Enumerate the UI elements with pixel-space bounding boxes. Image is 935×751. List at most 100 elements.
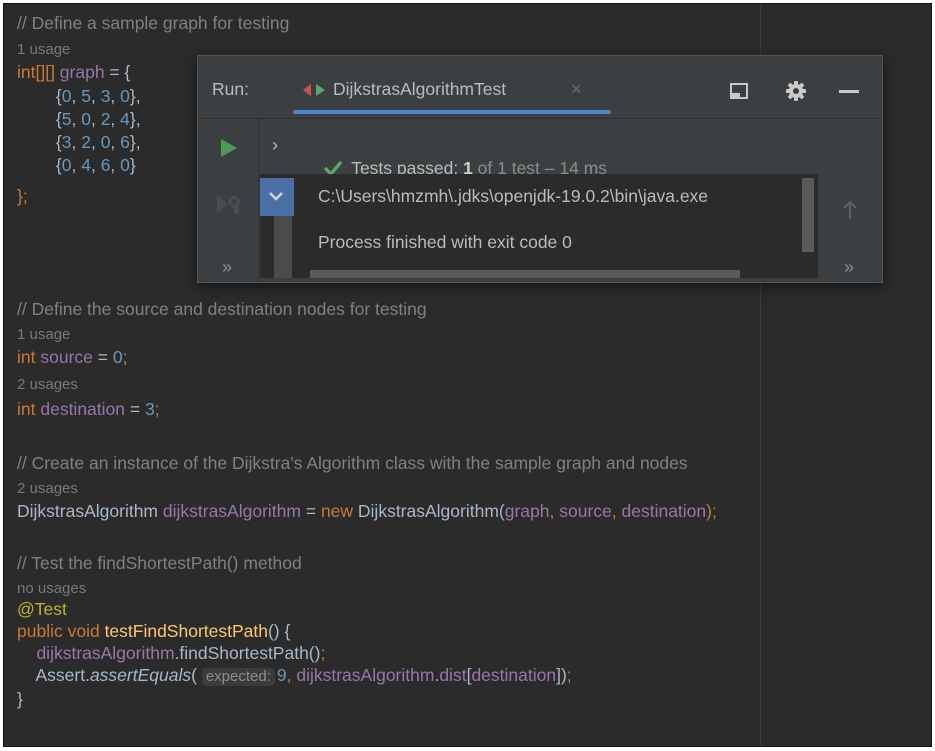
code-token: ;: [566, 665, 572, 685]
vertical-scrollbar[interactable]: [802, 178, 814, 252]
tab-dijkstras-algorithm-test[interactable]: DijkstrasAlgorithmTest ×: [293, 70, 613, 118]
usage-hint[interactable]: 2 usages: [17, 480, 78, 498]
code-token: =: [125, 399, 145, 419]
console-output[interactable]: C:\Users\hmzmh\.jdks\openjdk-19.0.2\bin\…: [260, 174, 818, 278]
code-token: ]): [556, 665, 567, 685]
horizontal-scrollbar[interactable]: [310, 270, 740, 278]
code-token: destination: [471, 665, 557, 685]
code-token: ;: [154, 399, 160, 419]
more-icon[interactable]: ›: [272, 136, 278, 154]
code-token: ,: [611, 501, 622, 521]
code-line: int source = 0;: [17, 346, 127, 368]
code-line: };: [17, 185, 28, 207]
code-comment: // Define the source and destination nod…: [17, 299, 427, 319]
code-token: ,: [71, 132, 82, 152]
code-token: 0: [120, 86, 130, 106]
arrow-up-icon[interactable]: [842, 200, 858, 220]
code-line: int destination = 3;: [17, 398, 160, 420]
code-token: 6: [100, 155, 111, 175]
code-token: public void: [17, 621, 105, 641]
code-token: ,: [71, 109, 82, 129]
code-line: dijkstrasAlgorithm.findShortestPath();: [17, 642, 325, 664]
run-header: Run: DijkstrasAlgorithmTest ×: [198, 56, 882, 119]
more-right-icon[interactable]: »: [844, 258, 854, 276]
code-token: dijkstrasAlgorithm: [36, 643, 175, 663]
chevron-down-icon: [269, 192, 283, 201]
code-token: ,: [71, 86, 82, 106]
gear-icon[interactable]: [785, 80, 807, 102]
run-left-toolbar: »: [198, 118, 259, 282]
code-token: DijkstrasAlgorithm(: [357, 501, 505, 521]
code-line: {5, 0, 2, 4},: [17, 108, 141, 130]
minimize-icon[interactable]: [838, 80, 860, 102]
code-token: graph: [59, 62, 105, 82]
code-token: ;: [122, 347, 128, 367]
code-token: assertEquals: [89, 665, 192, 685]
run-tool-window[interactable]: Run: DijkstrasAlgorithmTest × » › Tests …: [197, 55, 883, 283]
code-token: int: [17, 347, 41, 367]
code-token: 2: [81, 132, 91, 152]
code-token: ,: [110, 132, 121, 152]
code-token: = {: [104, 62, 131, 82]
layout-icon[interactable]: [728, 80, 750, 102]
code-token: },: [129, 86, 141, 106]
code-editor[interactable]: // Define a sample graph for testing 1 us…: [3, 3, 932, 747]
code-token: },: [129, 132, 141, 152]
code-token: =: [92, 347, 113, 367]
run-right-toolbar: »: [822, 118, 882, 282]
code-token: 0: [120, 155, 130, 175]
java-class-icon: [303, 84, 325, 96]
code-line: }: [17, 688, 23, 710]
code-token: }: [17, 689, 23, 709]
run-label: Run:: [212, 79, 249, 99]
code-token: graph: [504, 501, 550, 521]
code-token: {: [17, 109, 62, 129]
more-left-icon[interactable]: »: [222, 258, 232, 276]
console-gutter-marker: [274, 216, 292, 278]
code-line: @Test: [17, 598, 67, 620]
code-token: ,: [71, 155, 82, 175]
code-line: Assert.assertEquals( expected: 9, dijkstr…: [17, 664, 572, 686]
expand-toggle[interactable]: [260, 178, 294, 216]
console-command-line: C:\Users\hmzmh\.jdks\openjdk-19.0.2\bin\…: [318, 186, 709, 206]
code-token: (: [191, 665, 202, 685]
code-token: 2: [100, 109, 111, 129]
code-token: () {: [267, 621, 291, 641]
code-token: ,: [90, 132, 101, 152]
code-token: .findShortestPath(): [174, 643, 321, 663]
code-token: {: [17, 155, 62, 175]
play-icon[interactable]: [220, 138, 238, 158]
code-token: 0: [100, 132, 111, 152]
code-token: },: [129, 109, 141, 129]
usage-hint[interactable]: 2 usages: [17, 376, 78, 394]
code-token: 4: [81, 155, 91, 175]
code-token: testFindShortestPath: [104, 621, 268, 641]
code-token: DijkstrasAlgorithm: [17, 501, 163, 521]
code-token: {: [17, 132, 62, 152]
code-token: dijkstrasAlgorithm: [296, 665, 435, 685]
code-token: 4: [120, 109, 130, 129]
code-token: source: [40, 347, 93, 367]
code-token: new: [320, 501, 358, 521]
code-line: {3, 2, 0, 6},: [17, 131, 141, 153]
usage-hint[interactable]: 1 usage: [17, 41, 70, 59]
rerun-failed-icon[interactable]: [216, 193, 242, 215]
usage-hint[interactable]: 1 usage: [17, 326, 70, 344]
code-token: Assert.: [17, 665, 90, 685]
code-token: destination: [621, 501, 707, 521]
usage-hint[interactable]: no usages: [17, 580, 86, 598]
code-line: DijkstrasAlgorithm dijkstrasAlgorithm = …: [17, 500, 717, 522]
close-icon[interactable]: ×: [571, 78, 582, 100]
code-token: ,: [90, 86, 101, 106]
code-token: source: [559, 501, 612, 521]
code-comment: // Create an instance of the Dijkstra's …: [17, 453, 688, 473]
code-token: destination: [40, 399, 126, 419]
code-token: 0: [112, 347, 123, 367]
code-token: {: [17, 86, 62, 106]
code-token: int: [17, 399, 41, 419]
code-token: 0: [81, 109, 91, 129]
code-token: }: [129, 155, 136, 175]
code-token: ,: [110, 86, 121, 106]
console-exit-line: Process finished with exit code 0: [318, 232, 572, 252]
code-token: ,: [286, 665, 297, 685]
